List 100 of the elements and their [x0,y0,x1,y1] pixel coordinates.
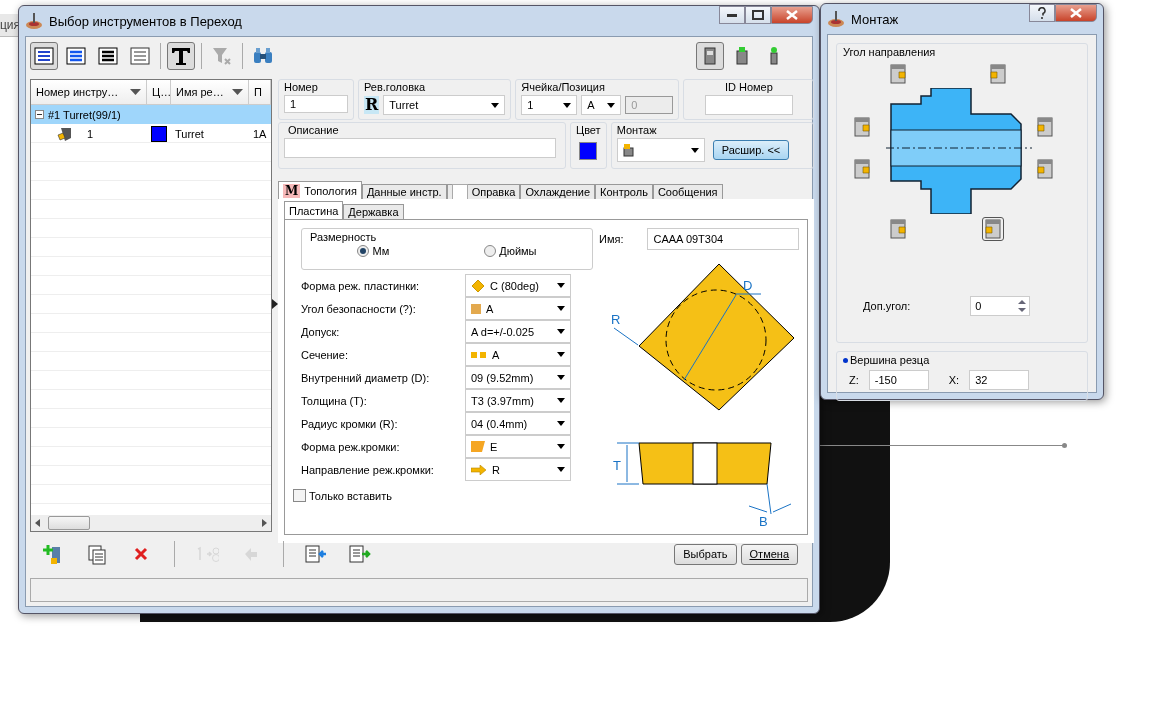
insert-side-view-drawing: T B [613,442,792,528]
list-icon [129,45,151,67]
group-label: Вершина резца [850,354,930,366]
minimize-button[interactable] [719,6,745,24]
window-title: Монтаж [851,11,899,27]
scroll-thumb[interactable] [48,516,90,530]
tool-position-button[interactable] [987,62,1009,86]
tab[interactable]: Пластина [284,201,344,219]
help-icon [1038,7,1046,19]
cutting-tool-icon [1035,158,1055,180]
tool-position-button[interactable] [887,62,909,86]
tool-icon [57,125,73,142]
edge-shape-icon [471,441,485,452]
cancel-button[interactable]: Отмена [740,543,798,565]
dropdown[interactable]: A d=+/-0.025 [465,320,571,343]
dropdown[interactable]: A [465,297,571,320]
field-label: Доп.угол: [863,300,911,312]
tool-position-button[interactable] [1034,115,1056,139]
dropdown[interactable]: R [465,458,571,481]
table-cell: 1 [87,127,94,140]
field-label: Рев.головка [364,81,427,93]
field-label: Толщина (T): [301,394,368,407]
select-button[interactable]: Выбрать [674,543,737,565]
cell-dropdown[interactable]: 1 [521,95,578,115]
toolbar-button[interactable] [167,42,195,70]
tree-item: #1 Turret(99/1) [48,108,121,121]
checkbox[interactable]: Только вставить [293,489,392,502]
radio-button[interactable]: Дюймы [484,245,537,257]
bullet-icon [843,357,848,363]
scrollbar[interactable] [31,515,271,531]
dropdown[interactable]: T3 (3.97mm) [465,389,571,412]
position-dropdown[interactable]: A [581,95,622,115]
caret-icon [557,283,565,288]
tool-position-button[interactable] [1034,157,1056,181]
cutting-tool-icon [852,158,872,180]
description-field[interactable] [284,138,556,158]
diamond-icon [471,278,485,293]
tool-position-button[interactable] [851,157,873,181]
cutting-tool-icon [852,116,872,138]
x-field[interactable]: 32 [969,370,1030,390]
tree-row[interactable]: #1 Turret(99/1) [31,105,271,124]
tab[interactable]: Контроль [595,184,653,199]
collapse-button[interactable] [35,110,44,119]
tool-position-button[interactable] [851,115,873,139]
column-header[interactable]: Имя ре… [171,80,249,104]
tab[interactable]: M Топология [278,181,362,199]
caret-icon [607,102,616,108]
table-cell: Turret [175,127,204,140]
name-field[interactable]: CAAA 09T304 [647,228,800,250]
scroll-right-icon [262,519,267,527]
sort-icon [232,89,243,95]
maximize-button[interactable] [745,6,771,24]
help-button[interactable] [1029,4,1055,22]
maximize-icon [752,10,764,20]
table-cell: 1A [253,127,267,140]
mount-dropdown[interactable] [616,138,705,162]
number-field[interactable]: 1 [284,95,348,113]
field-label: Z: [849,374,859,386]
toolbar-button[interactable] [30,42,58,70]
caret-icon [557,352,565,357]
column-header[interactable]: Номер инстру… [31,80,147,104]
dropdown[interactable]: A [465,343,571,366]
text-icon [170,45,192,67]
turret-badge: R [364,96,380,114]
cutting-tool-icon [888,218,908,240]
id-field[interactable] [704,95,793,115]
tool-position-button[interactable] [982,217,1004,241]
cutting-tool-icon [888,63,908,85]
radio-button[interactable]: Мм [357,245,390,257]
column-header[interactable]: Ц… [147,80,171,104]
sort-icon [130,89,141,95]
column-header[interactable]: П [249,80,271,104]
tab[interactable]: Охлаждение [520,184,596,199]
close-button[interactable] [771,6,813,24]
tab[interactable]: Державка [343,204,404,219]
dropdown[interactable]: E [465,435,571,458]
field-label: Имя: [599,233,624,245]
angle-spinner[interactable]: 0 [970,296,1031,316]
caret-icon [557,421,565,426]
close-button[interactable] [1055,4,1097,22]
tool-position-button[interactable] [887,217,909,241]
color-swatch[interactable] [579,142,598,160]
field-label: Форма реж.кромки: [301,440,401,453]
turret-dropdown[interactable]: Turret [383,95,506,115]
section-icon [471,351,487,358]
field-label: X: [948,374,960,386]
tab[interactable]: Данные инстр. [361,184,447,199]
dropdown[interactable]: C (80deg) [465,274,571,297]
field-label: Направление реж.кромки: [301,463,435,476]
list-icon [33,45,55,67]
scroll-left-icon [35,519,40,527]
tab[interactable]: Сообщения [652,184,723,199]
tab[interactable]: Оправка [446,184,521,199]
z-field[interactable]: -150 [868,370,929,390]
export-icon [348,543,372,565]
dropdown[interactable]: 09 (9.52mm) [465,366,571,389]
dropdown[interactable]: 04 (0.4mm) [465,412,571,435]
field-label: Ячейка/Позиция [521,81,606,93]
filter-clear-icon [211,45,233,67]
expand-button[interactable]: Расшир. << [712,140,790,160]
